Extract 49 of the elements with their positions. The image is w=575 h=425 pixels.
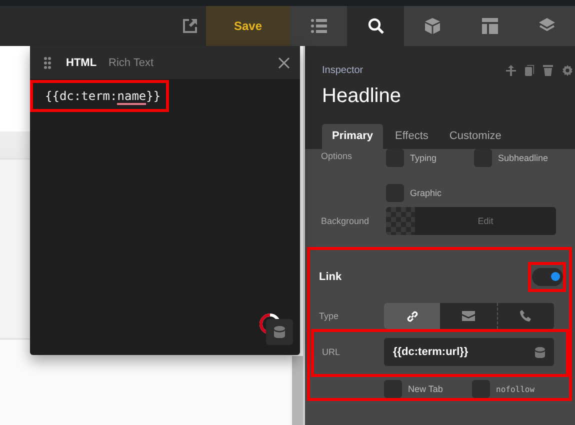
checkbox[interactable] bbox=[384, 380, 402, 398]
close-icon[interactable] bbox=[278, 56, 290, 68]
copy-icon[interactable] bbox=[525, 65, 534, 76]
drag-handle-icon[interactable] bbox=[44, 56, 51, 68]
external-link-icon[interactable] bbox=[182, 18, 198, 34]
checkbox[interactable] bbox=[386, 149, 404, 167]
inspector-tab[interactable]: Customize bbox=[449, 124, 512, 149]
checkbox[interactable] bbox=[386, 184, 404, 202]
checkbox[interactable] bbox=[472, 380, 490, 398]
toggle-switch[interactable] bbox=[532, 268, 562, 286]
list-icon bbox=[310, 19, 326, 33]
inspector-tab[interactable]: Primary bbox=[322, 124, 383, 149]
transparency-swatch[interactable] bbox=[386, 207, 415, 235]
panel-label: Inspector bbox=[322, 65, 364, 76]
field-label: Type bbox=[319, 311, 340, 321]
trash-icon[interactable] bbox=[543, 65, 553, 76]
search-icon bbox=[368, 18, 384, 34]
inspector-tab[interactable]: Effects bbox=[394, 124, 440, 149]
checkbox-label: Subheadline bbox=[498, 153, 548, 163]
code-line: {{dc:term:name}} bbox=[45, 89, 161, 103]
phone-icon bbox=[520, 310, 532, 322]
checkbox-label: nofollow bbox=[496, 384, 535, 394]
layout-icon bbox=[482, 18, 498, 34]
url-field[interactable]: {{dc:term:url}} bbox=[384, 338, 554, 366]
move-up-icon[interactable] bbox=[506, 65, 516, 76]
field-label: URL bbox=[322, 347, 342, 357]
cube-icon bbox=[425, 18, 440, 34]
link-icon bbox=[406, 310, 419, 322]
envelope-icon bbox=[462, 311, 475, 321]
editor-tab[interactable]: HTML bbox=[66, 56, 97, 68]
layers-icon bbox=[538, 18, 554, 34]
toolbar-tab[interactable] bbox=[347, 6, 404, 46]
editor-tab[interactable]: Rich Text bbox=[108, 56, 154, 68]
field-label: Options bbox=[321, 150, 354, 163]
field-label: Background bbox=[321, 216, 370, 226]
checkbox-label: Graphic bbox=[410, 188, 442, 198]
database-icon bbox=[274, 326, 285, 338]
element-title: Headline bbox=[322, 85, 402, 108]
dynamic-content-button[interactable] bbox=[266, 319, 293, 345]
database-icon[interactable] bbox=[535, 346, 545, 358]
edit-button[interactable]: Edit bbox=[415, 207, 556, 235]
checkbox-label: New Tab bbox=[408, 384, 443, 394]
checkbox-label: Typing bbox=[410, 153, 437, 163]
scrollbar bbox=[292, 356, 303, 425]
save-button[interactable]: Save bbox=[206, 6, 290, 46]
section-title: Link bbox=[319, 270, 342, 282]
checkbox[interactable] bbox=[474, 149, 492, 167]
link-type-option[interactable] bbox=[384, 303, 440, 329]
settings-icon[interactable] bbox=[562, 65, 573, 76]
